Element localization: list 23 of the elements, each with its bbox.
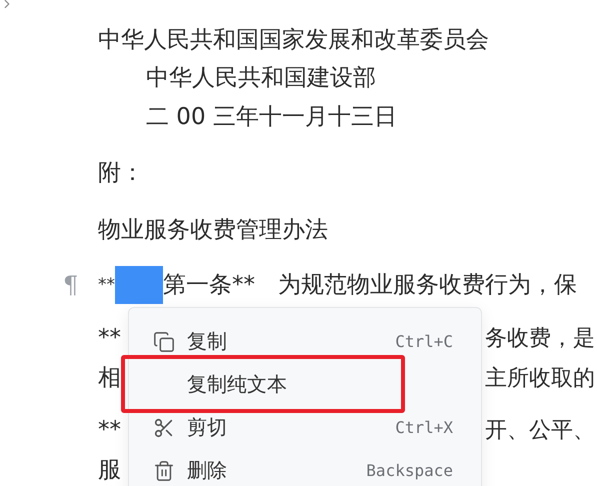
paragraph-text: 相 bbox=[98, 364, 121, 392]
paragraph-text: 第一条** 为规范物业服务收费行为，保 bbox=[163, 270, 577, 300]
paragraph-text: 服 bbox=[98, 456, 121, 484]
menu-item[interactable]: 删除 Backspace bbox=[129, 449, 481, 486]
markup-text: ** bbox=[98, 274, 115, 297]
paragraph-text: 中华人民共和国建设部 bbox=[146, 64, 376, 92]
paragraph-text: 物业服务收费管理办法 bbox=[98, 216, 328, 244]
paragraph-text: ** bbox=[98, 324, 121, 352]
trash-icon bbox=[153, 460, 175, 482]
paragraph-text: 二 00 三年十一月十三日 bbox=[146, 102, 397, 132]
scissors-icon bbox=[153, 416, 175, 438]
paragraph-text: ** bbox=[98, 416, 121, 444]
paragraph-text: 开、公平、 bbox=[485, 416, 595, 444]
paragraph-mark: ¶ bbox=[63, 270, 80, 300]
menu-item[interactable]: 复制纯文本 bbox=[129, 363, 481, 406]
paragraph-text: 主所收取的 bbox=[485, 364, 595, 392]
menu-item[interactable]: 剪切 Ctrl+X bbox=[129, 406, 481, 449]
paragraph-text: 附： bbox=[98, 158, 144, 188]
menu-item[interactable]: 复制 Ctrl+C bbox=[129, 320, 481, 363]
paragraph-text: 务收费，是 bbox=[485, 324, 595, 352]
selection-highlight bbox=[115, 266, 163, 304]
paragraph-text: 中华人民共和国国家发展和改革委员会 bbox=[98, 26, 489, 54]
copy-icon bbox=[153, 330, 175, 352]
